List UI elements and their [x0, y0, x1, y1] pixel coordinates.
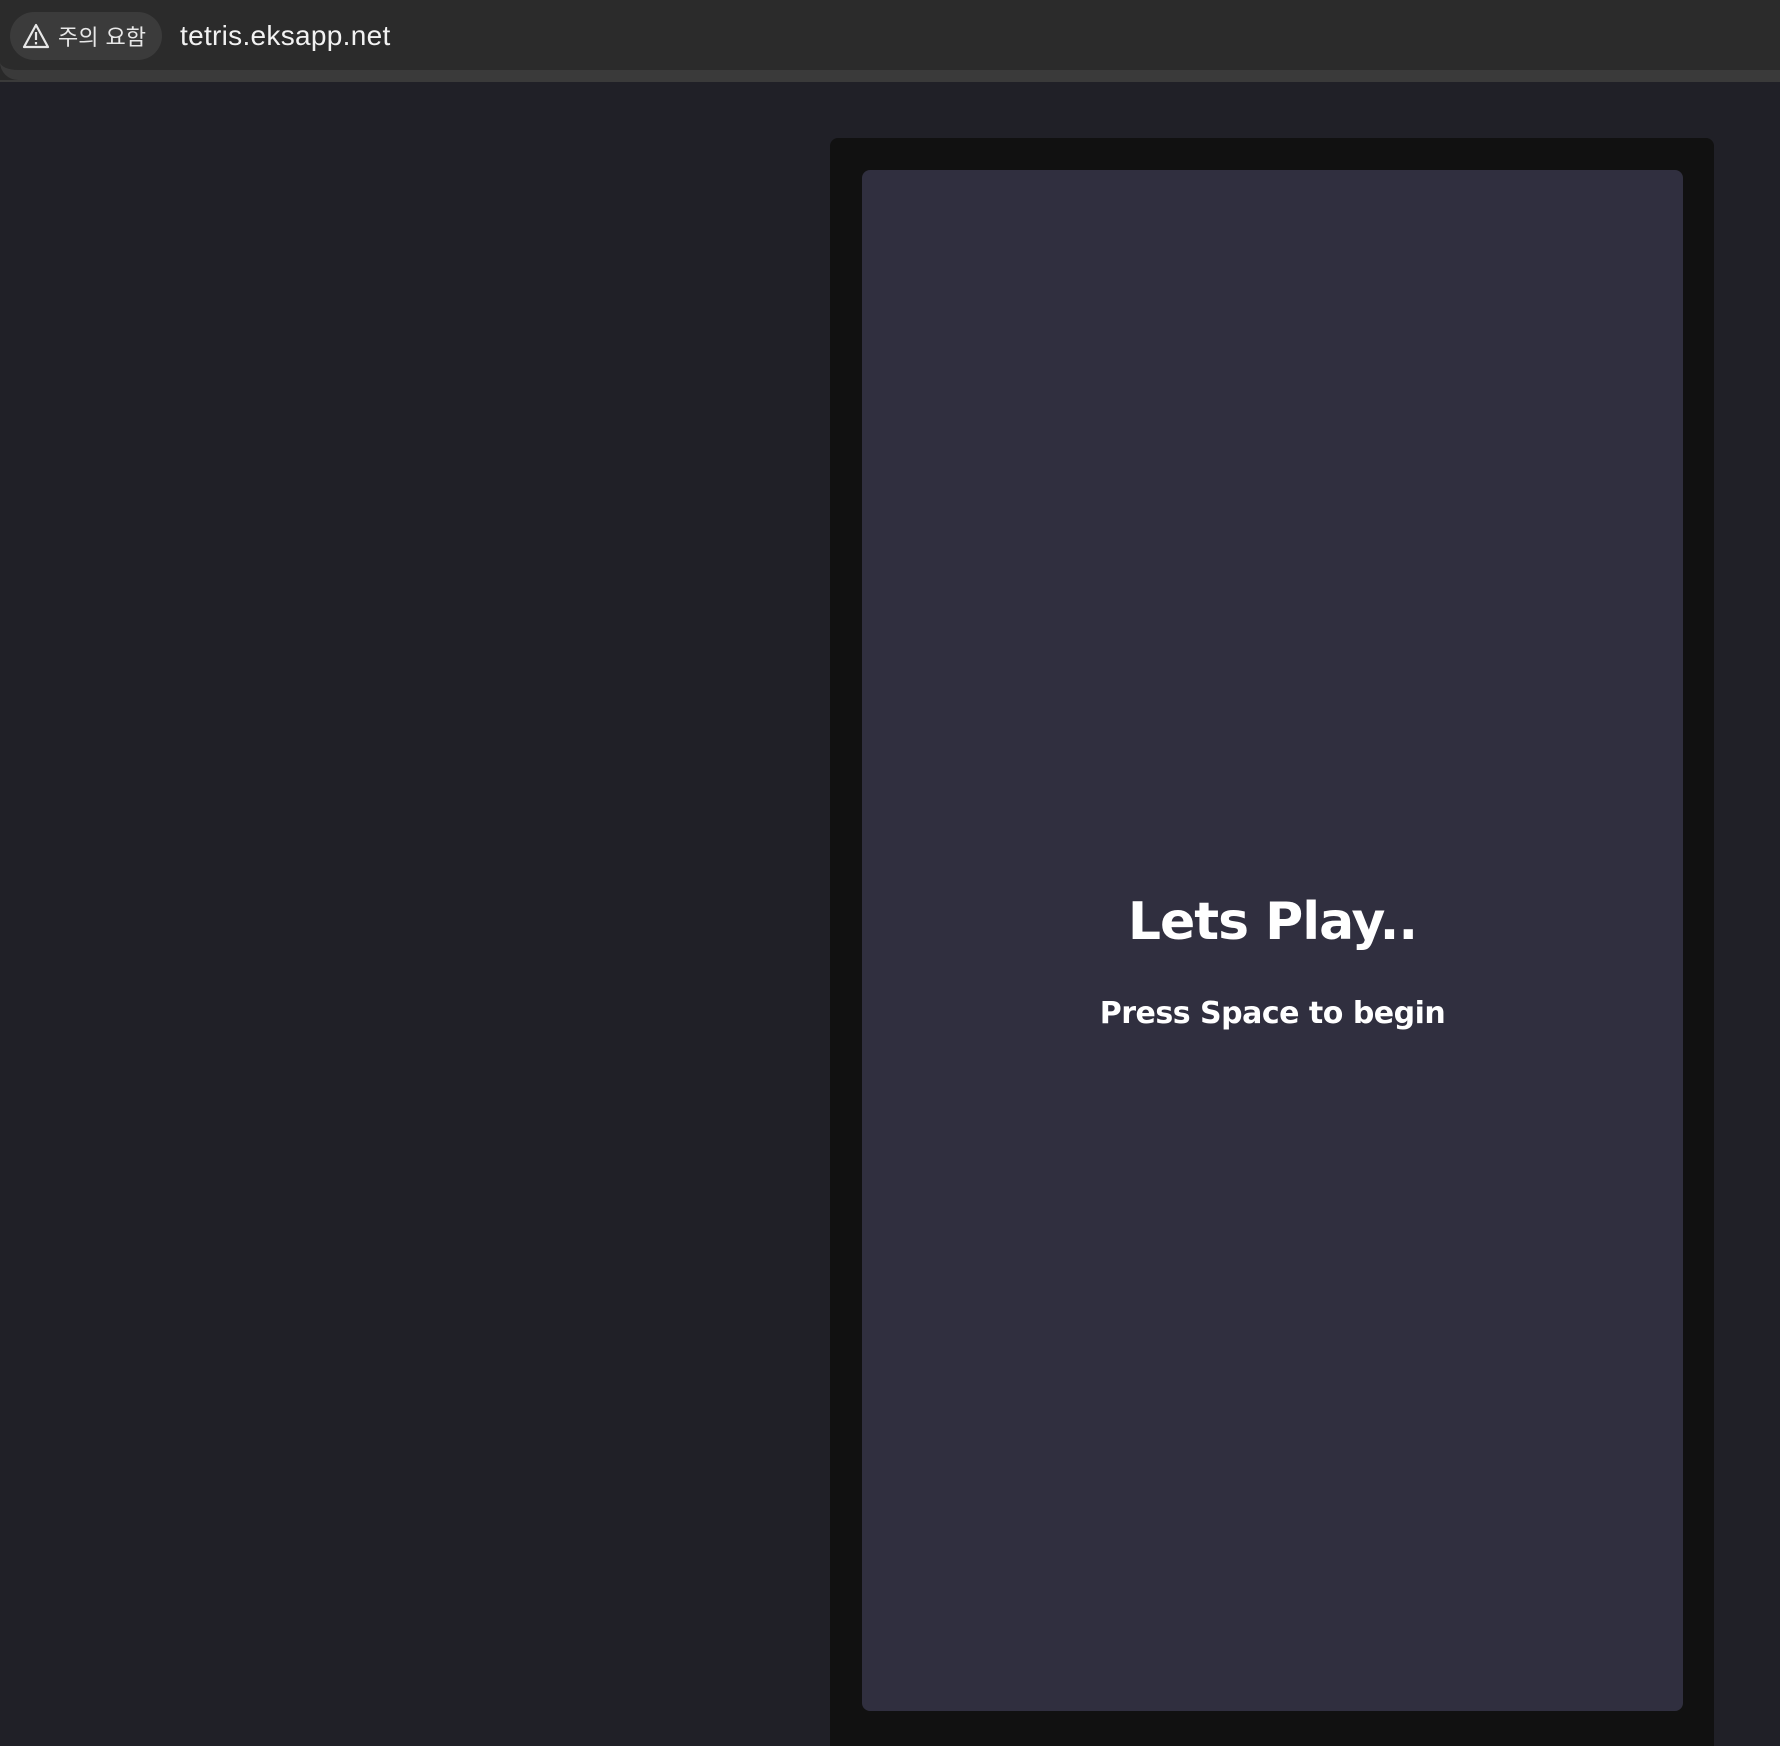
game-frame: Lets Play.. Press Space to begin [830, 138, 1714, 1746]
page-content: Lets Play.. Press Space to begin [0, 82, 1780, 1746]
url-text[interactable]: tetris.eksapp.net [180, 16, 391, 56]
game-board[interactable]: Lets Play.. Press Space to begin [862, 170, 1683, 1711]
security-warning-chip[interactable]: 주의 요함 [10, 12, 162, 60]
security-label: 주의 요함 [58, 26, 146, 51]
address-bar[interactable]: 주의 요함 tetris.eksapp.net [0, 0, 1780, 80]
start-title: Lets Play.. [1127, 892, 1418, 952]
browser-toolbar: 주의 요함 tetris.eksapp.net [0, 0, 1780, 82]
warning-icon [22, 23, 50, 49]
start-hint: Press Space to begin [1099, 996, 1446, 1031]
